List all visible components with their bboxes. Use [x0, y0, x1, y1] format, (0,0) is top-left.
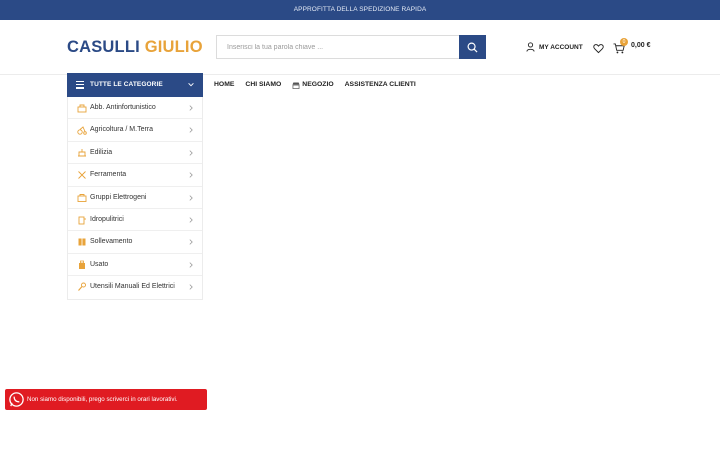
category-label: Ferramenta [90, 171, 127, 179]
chevron-right-icon [189, 105, 193, 111]
category-item-power-tools[interactable]: Utensili Manuali Ed Elettrici [68, 276, 202, 298]
wishlist-button[interactable] [593, 41, 605, 54]
site-logo[interactable]: CASULLI GIULIO [67, 37, 203, 57]
chevron-right-icon [189, 127, 193, 134]
my-account-label: MY ACCOUNT [539, 43, 583, 51]
power-tools-icon [78, 282, 86, 291]
logo-text-primary: CASULLI [67, 38, 140, 56]
category-label: Utensili Manuali Ed Elettrici [90, 283, 175, 291]
category-item-pressure-washers[interactable]: Idropulitrici [68, 209, 202, 232]
nav-shop[interactable]: NEGOZIO [292, 79, 334, 91]
chevron-right-icon [189, 217, 193, 223]
promo-text: APPROFITTA DELLA SPEDIZIONE RAPIDA [293, 6, 427, 13]
chevron-right-icon [189, 194, 193, 201]
category-label: Sollevamento [90, 238, 133, 246]
category-item-construction[interactable]: Edilizia [68, 142, 202, 165]
search-icon [467, 42, 478, 53]
main-nav: HOME CHI SIAMO NEGOZIO ASSISTENZA CLIENT… [214, 79, 427, 91]
category-menu: Abb. Antinfortunistico Agricoltura / M.T… [67, 97, 203, 300]
category-label: Abb. Antinfortunistico [90, 104, 156, 111]
user-icon [526, 42, 535, 52]
category-label: Edilizia [90, 148, 113, 156]
lifting-icon [78, 238, 86, 246]
safety-gear-icon [77, 104, 87, 113]
category-label: Usato [90, 260, 109, 268]
used-goods-icon [79, 260, 85, 269]
whatsapp-status-text: Non siamo disponibili, prego scriverci i… [27, 396, 178, 403]
heart-icon [593, 44, 604, 54]
nav-home[interactable]: HOME [214, 79, 234, 91]
all-categories-button[interactable]: TUTTE LE CATEGORIE [67, 73, 203, 97]
construction-icon [78, 148, 86, 157]
chevron-right-icon [189, 284, 193, 290]
logo-text-accent: GIULIO [144, 38, 203, 56]
agriculture-icon [77, 126, 87, 136]
category-item-agriculture[interactable]: Agricoltura / M.Terra [68, 119, 202, 142]
category-label: Gruppi Elettrogeni [90, 193, 147, 201]
category-label: Agricoltura / M.Terra [90, 126, 154, 134]
menu-icon [76, 81, 84, 89]
all-categories-label: TUTTE LE CATEGORIE [90, 81, 163, 88]
tools-icon [78, 171, 86, 179]
nav-about[interactable]: CHI SIAMO [245, 79, 281, 91]
search-button[interactable] [459, 35, 486, 59]
nav-customer-support[interactable]: ASSISTENZA CLIENTI [345, 79, 416, 91]
site-header: CASULLI GIULIO MY ACCOUNT 0 0,00 € [0, 20, 720, 75]
chevron-down-icon [188, 82, 194, 87]
category-item-hardware[interactable]: Ferramenta [68, 164, 202, 187]
nav-shop-label: NEGOZIO [302, 81, 334, 88]
category-label: Idropulitrici [90, 215, 124, 223]
whatsapp-icon [9, 392, 24, 407]
shop-icon [292, 81, 300, 89]
pressure-washer-icon [78, 216, 86, 225]
promo-topbar: APPROFITTA DELLA SPEDIZIONE RAPIDA [0, 0, 720, 20]
chevron-right-icon [189, 172, 193, 178]
search-input[interactable] [216, 35, 459, 59]
category-item-lifting[interactable]: Sollevamento [68, 231, 202, 254]
cart-count-badge: 0 [620, 38, 628, 46]
chevron-right-icon [189, 239, 193, 246]
whatsapp-chat-banner[interactable]: Non siamo disponibili, prego scriverci i… [5, 389, 207, 410]
search-bar [216, 35, 486, 59]
my-account-link[interactable]: MY ACCOUNT [526, 41, 583, 53]
chevron-right-icon [189, 150, 193, 156]
cart-total[interactable]: 0,00 € [631, 42, 650, 49]
chevron-right-icon [189, 262, 193, 268]
category-item-safety[interactable]: Abb. Antinfortunistico [68, 97, 202, 120]
generator-icon [77, 193, 87, 202]
category-item-generators[interactable]: Gruppi Elettrogeni [68, 187, 202, 209]
category-item-used[interactable]: Usato [68, 254, 202, 277]
